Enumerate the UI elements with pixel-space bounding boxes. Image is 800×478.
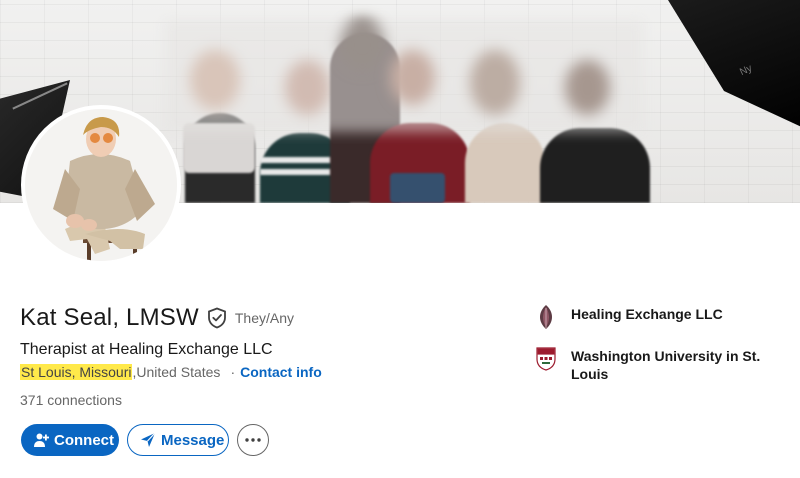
experience-item-healing-exchange[interactable]: Healing Exchange LLC — [535, 305, 771, 329]
profile-pronouns: They/Any — [234, 310, 295, 326]
connect-button[interactable]: Connect — [21, 424, 119, 456]
connections-count[interactable]: 371 connections — [20, 392, 122, 408]
ellipsis-icon — [245, 438, 261, 442]
more-options-button[interactable] — [237, 424, 269, 456]
contact-info-link[interactable]: Contact info — [240, 364, 322, 380]
profile-avatar[interactable] — [21, 105, 181, 265]
message-label: Message — [161, 431, 225, 449]
profile-actions: Connect Message — [21, 424, 269, 456]
location-country: United States — [136, 364, 221, 380]
location-city: St Louis, Missouri — [20, 364, 133, 380]
verification-shield-icon[interactable] — [207, 307, 227, 329]
avatar-portrait — [25, 109, 177, 261]
add-person-icon — [34, 433, 49, 447]
healing-exchange-logo-icon — [535, 305, 557, 329]
send-icon — [141, 432, 156, 447]
experience-name: Healing Exchange LLC — [571, 306, 723, 322]
connect-label: Connect — [54, 431, 114, 449]
banner-blur-overlay — [165, 20, 643, 132]
profile-location-row: St Louis, Missouri, United States · Cont… — [20, 364, 322, 380]
profile-name: Kat Seal, LMSW — [20, 304, 199, 331]
photo-umbrella-right — [668, 0, 800, 130]
profile-headline: Therapist at Healing Exchange LLC — [20, 341, 273, 358]
education-name: Washington University in St. Louis — [571, 348, 761, 382]
message-button[interactable]: Message — [127, 424, 229, 456]
location-separator: · — [230, 364, 236, 380]
profile-name-row: Kat Seal, LMSW They/Any — [20, 304, 294, 332]
washu-shield-logo-icon — [535, 347, 557, 371]
education-item-washu[interactable]: Washington University in St. Louis — [535, 347, 771, 383]
